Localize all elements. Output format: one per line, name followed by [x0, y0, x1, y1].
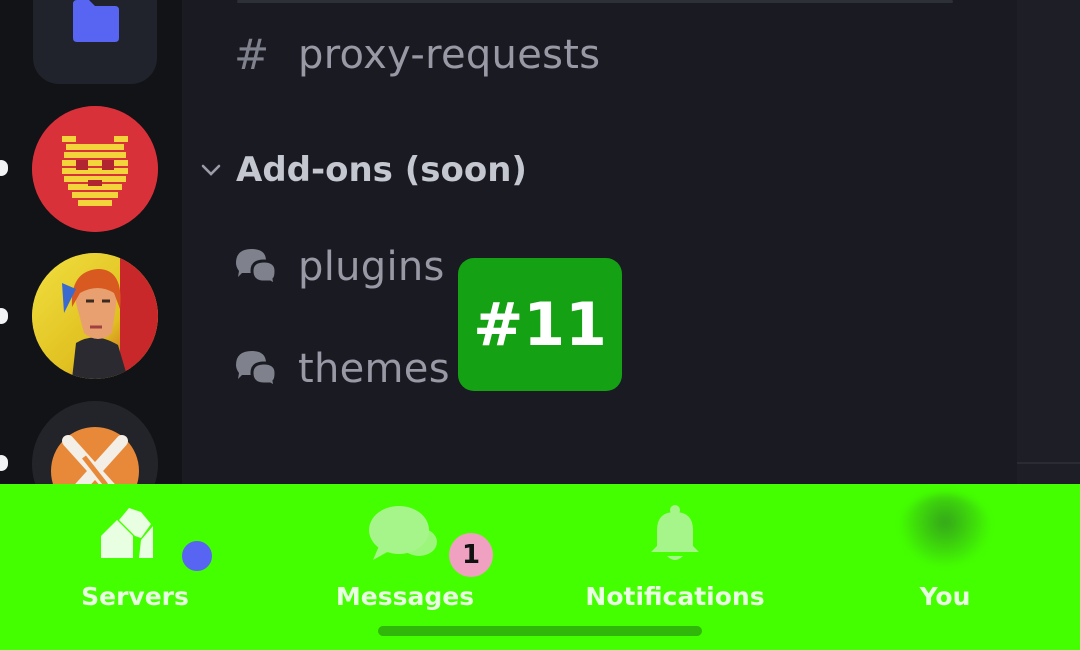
tab-notifications[interactable]: Notifications: [585, 484, 765, 614]
tab-label: Messages: [335, 582, 475, 611]
tab-messages[interactable]: 1 Messages: [330, 484, 493, 614]
category-add-ons[interactable]: Add-ons (soon): [200, 150, 527, 190]
panel-edge: [1017, 0, 1080, 484]
forum-icon: [234, 247, 298, 287]
server-folder[interactable]: [33, 0, 157, 84]
cyberpunk-portrait-avatar: [32, 253, 158, 379]
channel-proxy-requests[interactable]: # proxy-requests: [234, 30, 600, 79]
tab-label: Notifications: [585, 582, 765, 611]
unread-indicator: [0, 308, 8, 324]
channel-plugins[interactable]: plugins: [234, 244, 445, 290]
step-marker-badge: #11: [458, 258, 622, 391]
unread-count-badge: 1: [449, 533, 493, 577]
folder-icon: [69, 0, 123, 48]
divider: [1017, 462, 1080, 464]
chat-bubbles-icon: 1: [365, 484, 493, 577]
channel-themes[interactable]: themes: [234, 346, 450, 392]
channel-name: themes: [298, 346, 450, 392]
tab-label: You: [919, 582, 971, 611]
online-status-dot: [179, 538, 215, 574]
tab-you[interactable]: You: [890, 484, 1000, 614]
server-rail: [0, 0, 182, 527]
server-icon-pixel-pikachu-avatar[interactable]: [32, 106, 158, 232]
bell-icon: [645, 484, 705, 564]
servers-icon: [95, 484, 215, 574]
unread-indicator: [0, 160, 8, 176]
unread-indicator: [0, 455, 8, 471]
divider: [237, 0, 953, 3]
forum-icon: [234, 349, 298, 389]
tab-label: Servers: [81, 582, 189, 611]
tab-servers[interactable]: Servers: [70, 484, 215, 614]
user-avatar: [900, 494, 990, 564]
pixel-pikachu-avatar: [32, 106, 158, 232]
app-screen: # proxy-requests Add-ons (soon) plugins …: [0, 0, 1080, 650]
home-indicator[interactable]: [378, 626, 702, 636]
hash-icon: #: [234, 30, 270, 79]
category-name: Add-ons (soon): [236, 150, 527, 190]
avatar-icon: [900, 484, 990, 564]
chevron-down-icon: [200, 163, 236, 177]
channel-name: plugins: [298, 244, 445, 290]
server-icon-cyberpunk-portrait-avatar[interactable]: [32, 253, 158, 379]
channel-name: proxy-requests: [298, 31, 601, 78]
